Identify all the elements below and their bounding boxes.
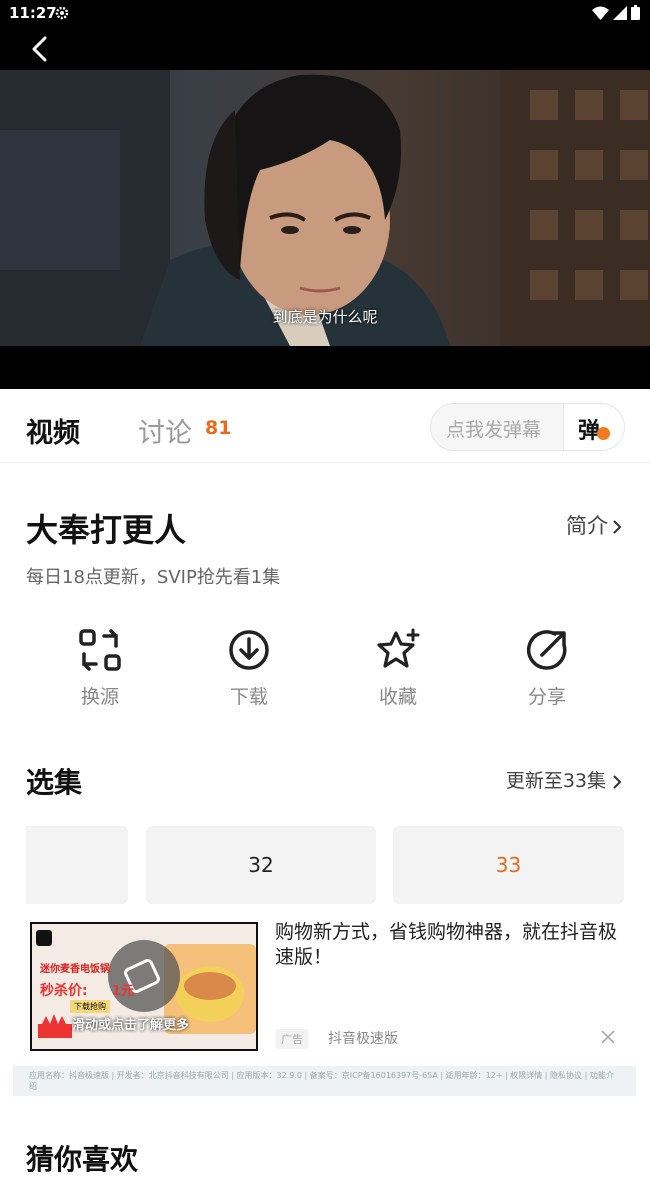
tab-discussion[interactable]: 讨论 bbox=[138, 411, 192, 450]
status-icons bbox=[592, 5, 640, 20]
action-label: 下载 bbox=[229, 686, 268, 708]
intro-link[interactable]: 简介 bbox=[566, 510, 622, 540]
action-row: 换源 下载 收藏 分享 bbox=[0, 628, 650, 718]
download-icon bbox=[229, 630, 269, 670]
ad-image-bottom-text: 滑动或点击了解更多 bbox=[72, 1018, 190, 1033]
tab-video[interactable]: 视频 bbox=[26, 411, 80, 450]
favorite-icon bbox=[377, 628, 420, 668]
episode-item[interactable]: 32 bbox=[146, 826, 376, 904]
episode-item[interactable] bbox=[26, 826, 128, 904]
share-icon bbox=[527, 630, 567, 670]
video-player[interactable]: 到底是为什么呢 bbox=[0, 70, 650, 346]
video-frame-image bbox=[0, 70, 650, 346]
discussion-count-badge: 81 bbox=[205, 417, 232, 439]
download-button[interactable]: 下载 bbox=[209, 628, 289, 709]
status-bar: 11:27 bbox=[0, 0, 650, 26]
favorite-button[interactable]: 收藏 bbox=[358, 628, 438, 709]
action-label: 分享 bbox=[527, 686, 566, 708]
action-label: 换源 bbox=[80, 686, 119, 708]
ad-image-title: 迷你麦香电饭锅 bbox=[40, 964, 110, 975]
switch-source-icon bbox=[79, 629, 121, 671]
chevron-right-icon bbox=[613, 774, 622, 789]
episodes-update-link[interactable]: 更新至33集 bbox=[506, 766, 622, 793]
danmu-placeholder[interactable]: 点我发弹幕 bbox=[446, 415, 541, 442]
ad-image-price-label: 秒杀价: bbox=[40, 983, 88, 999]
ad-image-price: 1元 bbox=[112, 984, 135, 999]
switch-source-button[interactable]: 换源 bbox=[60, 628, 140, 709]
danmu-check-icon bbox=[597, 427, 610, 440]
content-tabs: 视频 讨论 81 点我发弹幕 弹 bbox=[0, 389, 650, 463]
recommend-section-title: 猜你喜欢 bbox=[26, 1143, 139, 1176]
video-bottom-bar bbox=[0, 346, 650, 389]
ad-image[interactable]: 迷你麦香电饭锅 秒杀价: 1元 下载抢购 滑动或点击了解更多 bbox=[30, 922, 258, 1051]
episode-item-current[interactable]: 33 bbox=[393, 826, 624, 904]
player-top-bar bbox=[0, 26, 650, 70]
video-subtitle: 到底是为什么呢 bbox=[272, 308, 378, 326]
ad-app-info: 应用名称：抖音极速版 | 开发者：北京抖音科技有限公司 | 应用版本：32.9.… bbox=[13, 1066, 636, 1096]
episodes-update-label: 更新至33集 bbox=[505, 770, 606, 792]
episodes-section-title: 选集 bbox=[26, 766, 83, 799]
ad-close-icon[interactable] bbox=[600, 1029, 616, 1045]
wifi-icon bbox=[592, 6, 609, 20]
ad-source: 抖音极速版 bbox=[328, 1031, 398, 1047]
status-time: 11:27 bbox=[9, 4, 57, 22]
danmu-toggle-button[interactable]: 弹 bbox=[563, 404, 624, 450]
danmu-button-label: 弹 bbox=[578, 419, 601, 444]
action-label: 收藏 bbox=[378, 686, 417, 708]
ad-image-cta: 下载抢购 bbox=[70, 1000, 110, 1013]
update-schedule: 每日18点更新，SVIP抢先看1集 bbox=[26, 567, 281, 588]
ad-description[interactable]: 购物新方式，省钱购物神器，就在抖音极速版！ bbox=[275, 920, 620, 970]
share-button[interactable]: 分享 bbox=[507, 628, 587, 709]
ad-tag: 广告 bbox=[276, 1029, 308, 1049]
chevron-right-icon bbox=[613, 520, 622, 534]
back-arrow-icon[interactable] bbox=[28, 36, 54, 62]
signal-icon bbox=[613, 5, 627, 20]
intro-link-label: 简介 bbox=[566, 514, 608, 538]
settings-gear-icon bbox=[55, 5, 69, 24]
battery-icon bbox=[631, 5, 640, 20]
show-title: 大奉打更人 bbox=[26, 511, 187, 549]
danmu-input-bar[interactable]: 点我发弹幕 弹 bbox=[430, 403, 625, 451]
